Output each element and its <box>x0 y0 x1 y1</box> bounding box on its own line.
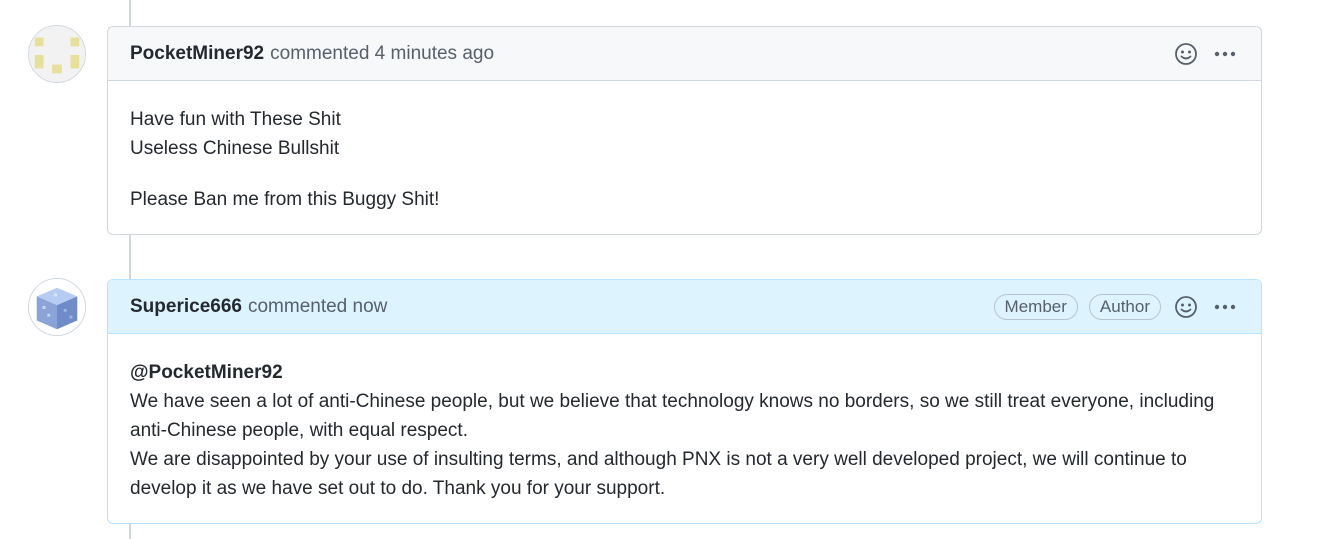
comment-text-line: We have seen a lot of anti-Chinese peopl… <box>130 391 1215 412</box>
comment-header: Superice666 commented now Member Author <box>108 280 1261 334</box>
smiley-icon[interactable] <box>1172 40 1200 68</box>
identicon-image <box>29 26 85 82</box>
author-badge: Author <box>1088 293 1161 320</box>
comment-header: PocketMiner92 commented 4 minutes ago <box>108 27 1261 81</box>
comment-card: PocketMiner92 commented 4 minutes ago Ha… <box>107 26 1262 235</box>
comment-timestamp[interactable]: commented 4 minutes ago <box>270 43 494 65</box>
comment-text-line: anti-Chinese people, with equal respect. <box>130 420 468 441</box>
comment-text-line: Have fun with These Shit <box>130 109 341 130</box>
comment-text-line: Please Ban me from this Buggy Shit! <box>130 189 440 210</box>
comment-body: Have fun with These Shit Useless Chinese… <box>108 81 1261 238</box>
comment-text-line: We are disappointed by your use of insul… <box>130 449 1187 470</box>
timeline-line <box>129 235 131 279</box>
kebab-horizontal-icon[interactable] <box>1211 293 1239 321</box>
avatar-superice666[interactable] <box>28 278 86 336</box>
comment-text-line: develop it as we have set out to do. Tha… <box>130 478 666 499</box>
member-badge: Member <box>993 293 1078 320</box>
timeline-line <box>129 0 131 26</box>
ice-block-image <box>29 279 85 335</box>
comment-timestamp[interactable]: commented now <box>248 296 387 318</box>
comment-text-line: Useless Chinese Bullshit <box>130 138 340 159</box>
kebab-horizontal-icon[interactable] <box>1211 40 1239 68</box>
comment-card: Superice666 commented now Member Author … <box>107 279 1262 524</box>
comment-body: @PocketMiner92 We have seen a lot of ant… <box>108 334 1261 527</box>
comment-author[interactable]: PocketMiner92 <box>130 43 264 65</box>
avatar-pocketminer92[interactable] <box>28 25 86 83</box>
comment-author[interactable]: Superice666 <box>130 296 242 318</box>
user-mention[interactable]: @PocketMiner92 <box>130 358 1239 387</box>
smiley-icon[interactable] <box>1172 293 1200 321</box>
